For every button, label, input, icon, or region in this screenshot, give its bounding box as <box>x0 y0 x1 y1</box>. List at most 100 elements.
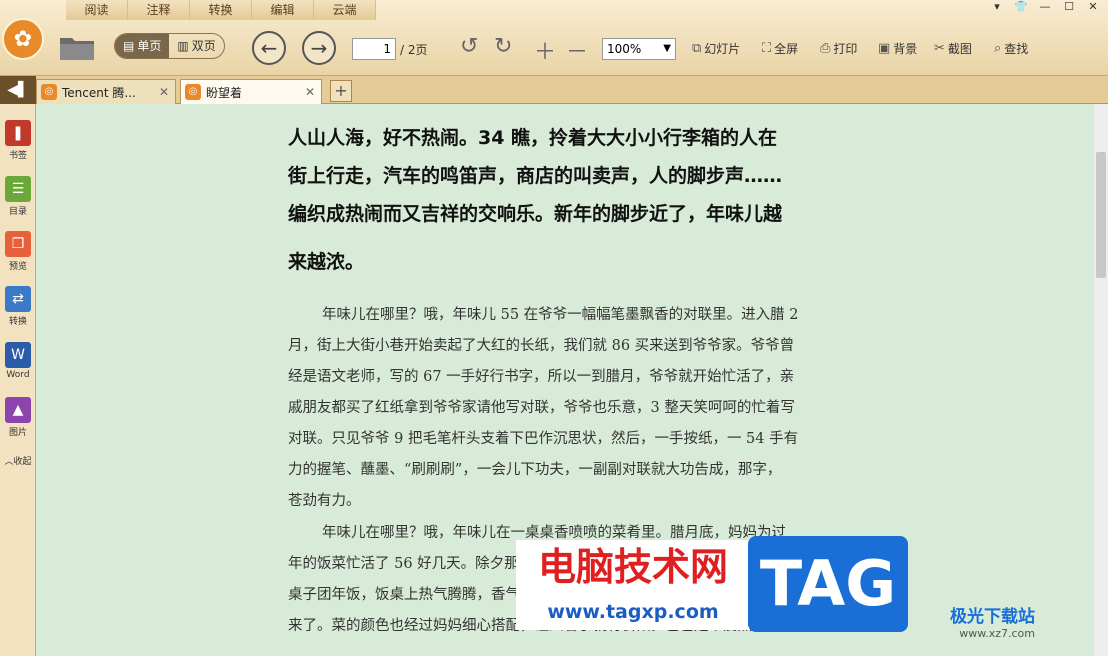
double-page-button[interactable]: ▥ 双页 <box>169 34 223 58</box>
find-label: 查找 <box>1004 42 1029 56</box>
print-label: 打印 <box>833 42 858 56</box>
sidebar-item-word[interactable]: W Word <box>0 342 36 380</box>
chevron-down-icon: ▼ <box>663 43 671 54</box>
open-folder-icon[interactable] <box>58 32 96 62</box>
bold-line: 街上行走，汽车的鸣笛声，商店的叫卖声，人的脚步声…… <box>288 165 783 187</box>
sidebar-label: Word <box>6 370 30 380</box>
image-icon: ▲ <box>5 397 31 423</box>
find-button[interactable]: ⌕ 查找 <box>994 40 1028 57</box>
view-mode-toggle: ▤ 单页 ▥ 双页 <box>114 33 225 59</box>
tab-label: Tencent 腾... <box>62 85 136 100</box>
double-page-label: 双页 <box>191 39 216 53</box>
preview-icon: ❐ <box>5 231 31 257</box>
close-icon[interactable]: ✕ <box>305 85 315 99</box>
sidebar-label: 目录 <box>8 207 27 217</box>
maximize-button[interactable]: ☐ <box>1060 0 1078 13</box>
fullscreen-button[interactable]: ⛶ 全屏 <box>762 40 798 57</box>
zoom-out-icon[interactable]: － <box>566 34 588 66</box>
menu-cloud[interactable]: 云端 <box>314 0 376 20</box>
scrollbar-thumb[interactable] <box>1096 152 1106 278</box>
dropdown-icon[interactable]: ▾ <box>988 0 1006 13</box>
watermark-text: 电脑技术网 <box>516 540 750 594</box>
tab-tencent[interactable]: ◎ Tencent 腾... ✕ <box>36 79 176 104</box>
tag-logo: TAG <box>748 536 908 632</box>
chevron-up-icon: ︿ <box>4 457 14 467</box>
rotate-right-icon[interactable]: ↻ <box>494 34 512 59</box>
left-sidebar: ❚ 书签 ☰ 目录 ❐ 预览 ⇄ 转换 W Word ▲ 图片 ︿收起 <box>0 104 36 656</box>
sidebar-collapse[interactable]: ︿收起 <box>0 454 36 467</box>
menu-tabs: 阅读 注释 转换 编辑 云端 <box>66 0 376 20</box>
background-label: 背景 <box>893 42 918 56</box>
next-page-button[interactable]: → <box>302 31 336 65</box>
sidebar-label: 图片 <box>8 428 27 438</box>
new-tab-button[interactable]: + <box>330 80 352 102</box>
sidebar-item-convert[interactable]: ⇄ 转换 <box>0 286 36 327</box>
text-line: 力的握笔、蘸墨、“刷刷刷”，一会儿下功夫，一副副对联就大功告成，那字， <box>288 462 782 478</box>
sidebar-label: 书签 <box>8 151 27 161</box>
site-name: 极光下载站 <box>950 607 1035 627</box>
convert-icon: ⇄ <box>5 286 31 312</box>
zoom-in-icon[interactable]: ＋ <box>534 34 556 66</box>
sidebar-item-image[interactable]: ▲ 图片 <box>0 397 36 438</box>
toc-icon: ☰ <box>5 176 31 202</box>
menu-annotate[interactable]: 注释 <box>128 0 190 20</box>
minimize-button[interactable]: — <box>1036 0 1054 13</box>
menu-convert[interactable]: 转换 <box>190 0 252 20</box>
bold-line: 编织成热闹而又吉祥的交响乐。新年的脚步近了，年味儿越 <box>288 203 783 225</box>
scissors-icon: ✂ <box>934 41 945 56</box>
tab-label: 盼望着 <box>206 85 243 100</box>
text-line: 经是语文老师，写的 67 一手好行书字，所以一到腊月，爷爷就开始忙活了，亲 <box>288 369 795 385</box>
background-icon: ▣ <box>878 41 891 56</box>
site-watermark: 极光下载站 www.xz7.com <box>950 602 1035 640</box>
window-controls: ▾ 👕 — ☐ ✕ <box>988 0 1102 13</box>
toolbar: ✿ 阅读 注释 转换 编辑 云端 ▾ 👕 — ☐ ✕ ▤ 单页 ▥ 双页 ← → 1… <box>0 0 1108 76</box>
sidebar-toggle-button[interactable]: ◀▌ <box>0 76 36 104</box>
close-button[interactable]: ✕ <box>1084 0 1102 13</box>
text-line: 戚朋友都买了红纸拿到爷爷家请他写对联，爷爷也乐意，3 整天笑呵呵的忙着写 <box>288 400 795 416</box>
bold-line: 来越浓。 <box>288 251 365 273</box>
tab-panwangzhe[interactable]: ◎ 盼望着 ✕ <box>180 79 322 104</box>
sidebar-item-bookmark[interactable]: ❚ 书签 <box>0 120 36 161</box>
vertical-scrollbar[interactable] <box>1094 104 1108 656</box>
search-icon: ⌕ <box>994 41 1002 56</box>
sidebar-label: 预览 <box>8 262 27 272</box>
single-page-label: 单页 <box>137 39 162 53</box>
slideshow-label: 幻灯片 <box>704 42 741 56</box>
print-button[interactable]: ⎙ 打印 <box>820 40 857 57</box>
print-icon: ⎙ <box>820 41 831 56</box>
pdf-file-icon: ◎ <box>185 84 201 100</box>
slideshow-button[interactable]: ⧉ 幻灯片 <box>692 40 740 57</box>
skin-icon[interactable]: 👕 <box>1012 0 1030 13</box>
sidebar-label: 转换 <box>8 317 27 327</box>
screenshot-button[interactable]: ✂ 截图 <box>934 40 972 57</box>
prev-page-button[interactable]: ← <box>252 31 286 65</box>
menu-edit[interactable]: 编辑 <box>252 0 314 20</box>
word-icon: W <box>5 342 31 368</box>
slideshow-icon: ⧉ <box>692 41 702 56</box>
zoom-select[interactable]: 100% ▼ <box>602 38 676 60</box>
fullscreen-icon: ⛶ <box>762 41 772 56</box>
app-logo[interactable]: ✿ <box>2 18 44 60</box>
pdf-file-icon: ◎ <box>41 84 57 100</box>
background-button[interactable]: ▣ 背景 <box>878 40 917 57</box>
text-line: 年味儿在哪里？哦，年味儿 55 在爷爷一幅幅笔墨飘香的对联里。进入腊 2 <box>322 307 799 323</box>
bookmark-icon: ❚ <box>5 120 31 146</box>
zoom-value: 100% <box>607 42 642 56</box>
fullscreen-label: 全屏 <box>774 42 799 56</box>
screenshot-label: 截图 <box>947 42 972 56</box>
sidebar-item-preview[interactable]: ❐ 预览 <box>0 231 36 272</box>
page-total: / 2页 <box>400 43 428 57</box>
text-line: 月，街上大街小巷开始卖起了大红的长纸，我们就 86 买来送到爷爷家。爷爷曾 <box>288 338 795 354</box>
single-page-button[interactable]: ▤ 单页 <box>115 34 170 58</box>
bold-line: 人山人海，好不热闹。34 瞧，拎着大大小小行李箱的人在 <box>288 127 778 149</box>
sidebar-item-toc[interactable]: ☰ 目录 <box>0 176 36 217</box>
rotate-left-icon[interactable]: ↺ <box>460 34 478 59</box>
single-page-icon: ▤ <box>123 39 135 53</box>
page-number-input[interactable]: 1 <box>352 38 396 60</box>
double-page-icon: ▥ <box>177 39 189 53</box>
sidebar-label: 收起 <box>13 457 32 467</box>
text-line: 对联。只见爷爷 9 把毛笔杆头支着下巴作沉思状，然后，一手按纸，一 54 手有 <box>288 431 799 447</box>
site-url: www.xz7.com <box>959 627 1035 640</box>
close-icon[interactable]: ✕ <box>159 85 169 99</box>
menu-read[interactable]: 阅读 <box>66 0 128 20</box>
